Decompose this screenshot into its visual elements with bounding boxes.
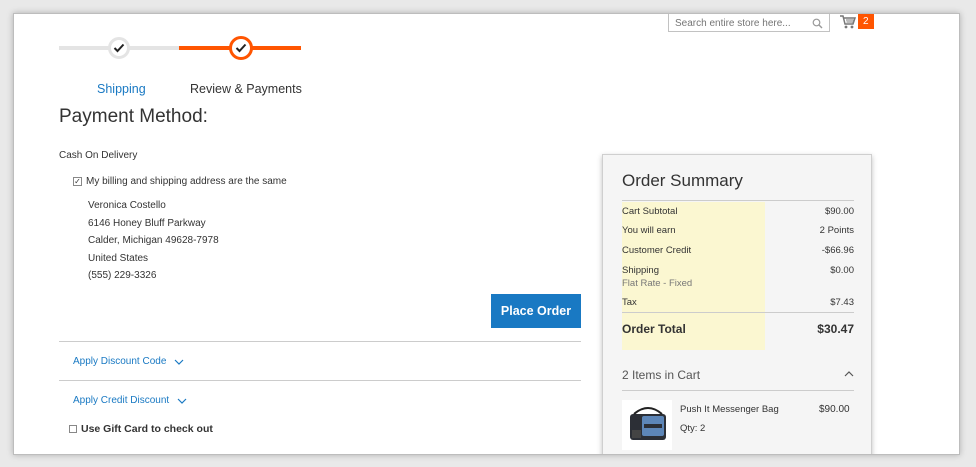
row-label: Tax <box>622 297 637 308</box>
apply-credit-toggle[interactable]: Apply Credit Discount <box>73 395 187 406</box>
chevron-down-icon <box>177 398 187 404</box>
checkout-page: 2 Shipping Review & Payments Payment Met… <box>13 13 960 455</box>
row-label: Customer Credit <box>622 245 692 256</box>
order-total-value: $30.47 <box>817 322 854 336</box>
order-total-row: Order Total $30.47 <box>622 322 854 336</box>
minicart-button[interactable]: 2 <box>840 14 875 32</box>
search-input[interactable] <box>673 14 812 33</box>
chevron-down-icon <box>174 359 184 365</box>
order-summary: Order Summary Cart Subtotal $90.00 You w… <box>602 154 872 454</box>
row-value: -$66.96 <box>821 245 854 256</box>
row-value: $7.43 <box>830 297 854 308</box>
shipping-label: Shipping <box>622 265 659 276</box>
step-review-label: Review & Payments <box>190 82 302 96</box>
search-icon[interactable] <box>812 16 823 34</box>
row-value: $90.00 <box>824 206 854 217</box>
divider <box>622 200 854 201</box>
totals-row: Customer Credit -$66.96 <box>622 245 854 256</box>
same-address-option[interactable]: ✓ My billing and shipping address are th… <box>73 176 287 187</box>
checkmark-icon <box>113 43 125 53</box>
row-value: 2 Points <box>819 225 854 236</box>
totals-row: You will earn 2 Points <box>622 225 854 236</box>
place-order-button[interactable]: Place Order <box>491 294 581 328</box>
items-in-cart-toggle[interactable]: 2 Items in Cart <box>622 368 854 382</box>
apply-credit-label: Apply Credit Discount <box>73 395 170 406</box>
totals-row: Tax $7.43 <box>622 297 854 308</box>
shipping-method: Flat Rate - Fixed <box>622 278 693 289</box>
apply-discount-label: Apply Discount Code <box>73 356 167 367</box>
gift-card-checkbox[interactable] <box>69 425 77 433</box>
totals-row: Shipping Flat Rate - Fixed $0.00 <box>622 265 854 289</box>
address-city: Calder, Michigan 49628-7978 <box>88 235 219 246</box>
row-value: $0.00 <box>830 265 854 276</box>
row-label: Shipping Flat Rate - Fixed <box>622 265 692 289</box>
step-shipping-link[interactable]: Shipping <box>97 82 146 96</box>
billing-address: Veronica Costello 6146 Honey Bluff Parkw… <box>88 197 219 285</box>
step-review-marker <box>229 36 253 60</box>
address-phone: (555) 229-3326 <box>88 270 157 281</box>
divider <box>622 390 854 391</box>
same-address-checkbox[interactable]: ✓ <box>73 177 82 186</box>
chevron-up-icon <box>844 371 854 377</box>
apply-discount-toggle[interactable]: Apply Discount Code <box>73 356 184 367</box>
row-label: You will earn <box>622 225 676 236</box>
divider <box>59 341 581 342</box>
payment-method-title: Payment Method: <box>59 106 208 127</box>
step-shipping-marker[interactable] <box>108 37 130 59</box>
order-total-label: Order Total <box>622 322 686 336</box>
address-name: Veronica Costello <box>88 200 166 211</box>
same-address-label: My billing and shipping address are the … <box>86 176 287 187</box>
checkout-progress: Shipping Review & Payments <box>59 32 319 96</box>
totals-row: Cart Subtotal $90.00 <box>622 206 854 217</box>
cart-icon <box>840 15 856 29</box>
cart-count-badge: 2 <box>858 14 874 29</box>
address-street: 6146 Honey Bluff Parkway <box>88 217 206 229</box>
item-name: Push It Messenger Bag <box>680 404 779 415</box>
row-label: Cart Subtotal <box>622 206 678 217</box>
items-in-cart-label: 2 Items in Cart <box>622 368 701 382</box>
payment-method-name: Cash On Delivery <box>59 150 138 161</box>
gift-card-label: Use Gift Card to check out <box>81 423 213 435</box>
search-box <box>668 14 830 34</box>
order-summary-title: Order Summary <box>622 171 743 190</box>
product-thumbnail <box>622 400 672 450</box>
divider <box>622 312 854 313</box>
checkmark-icon <box>235 43 247 53</box>
item-qty: Qty: 2 <box>680 423 706 434</box>
item-price: $90.00 <box>819 404 850 415</box>
gift-card-option[interactable]: Use Gift Card to check out <box>69 423 213 435</box>
divider <box>59 380 581 381</box>
address-country: United States <box>88 252 149 264</box>
